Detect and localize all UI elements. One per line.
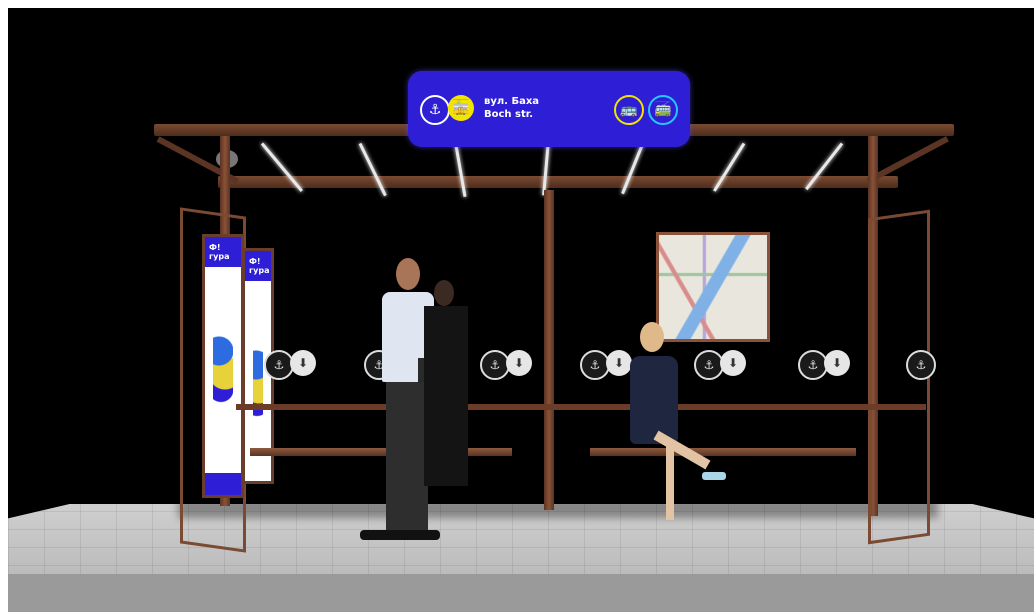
man-coat	[424, 306, 468, 486]
stop-name-english: Boch str.	[484, 109, 534, 120]
ad-artwork	[213, 307, 233, 417]
man-head	[434, 280, 454, 306]
image-frame: Ф!гура Ф!гура ⚓ 🚋 вул. Баха Boch str. 🚌 …	[0, 0, 1034, 612]
anchor-icon: ⚓	[906, 350, 936, 380]
tram-icon: ⬇	[824, 350, 850, 376]
stop-icons: ⚓⬇	[264, 350, 316, 380]
woman-dress	[630, 356, 678, 444]
stop-name-ukrainian: вул. Баха	[484, 96, 540, 107]
post-center	[544, 190, 554, 510]
stop-icons: ⚓	[906, 350, 936, 380]
stop-icons: ⚓⬇	[580, 350, 632, 380]
roof-light	[358, 142, 387, 197]
stop-name: вул. Баха Boch str.	[484, 95, 539, 121]
man-head	[396, 258, 420, 290]
curb	[8, 574, 1034, 612]
roof-back-beam	[218, 176, 898, 188]
ad-footer	[205, 473, 241, 495]
background-man	[420, 280, 470, 500]
man-shoes	[360, 530, 440, 540]
tram-icon: ⬇	[506, 350, 532, 376]
roof-strut-right	[866, 136, 949, 184]
woman-leg-lower	[666, 440, 674, 520]
stop-icons: ⚓⬇	[798, 350, 850, 380]
advertising-panel: Ф!гура	[202, 234, 244, 498]
woman-head	[640, 322, 664, 352]
seated-woman	[626, 322, 726, 522]
stop-sign-board: ⚓ 🚋 вул. Баха Boch str. 🚌 🚎	[408, 71, 690, 147]
ad-artwork	[253, 321, 263, 431]
bus-shelter-scene: Ф!гура Ф!гура ⚓ 🚋 вул. Баха Boch str. 🚌 …	[8, 8, 1034, 612]
woman-shoe	[702, 472, 726, 480]
bench-backrest	[236, 404, 926, 410]
anchor-icon: ⚓	[420, 95, 450, 125]
trolleybus-icon: 🚎	[648, 95, 678, 125]
tram-icon: 🚋	[448, 95, 474, 121]
tram-icon: ⬇	[290, 350, 316, 376]
woman-legs	[653, 430, 711, 470]
bus-icon: 🚌	[614, 95, 644, 125]
roof-light	[454, 145, 467, 197]
shelter-shadow	[178, 498, 938, 518]
ad-brand: Ф!гура	[245, 251, 271, 281]
ad-brand: Ф!гура	[205, 237, 241, 267]
stop-icons: ⚓⬇	[480, 350, 532, 380]
